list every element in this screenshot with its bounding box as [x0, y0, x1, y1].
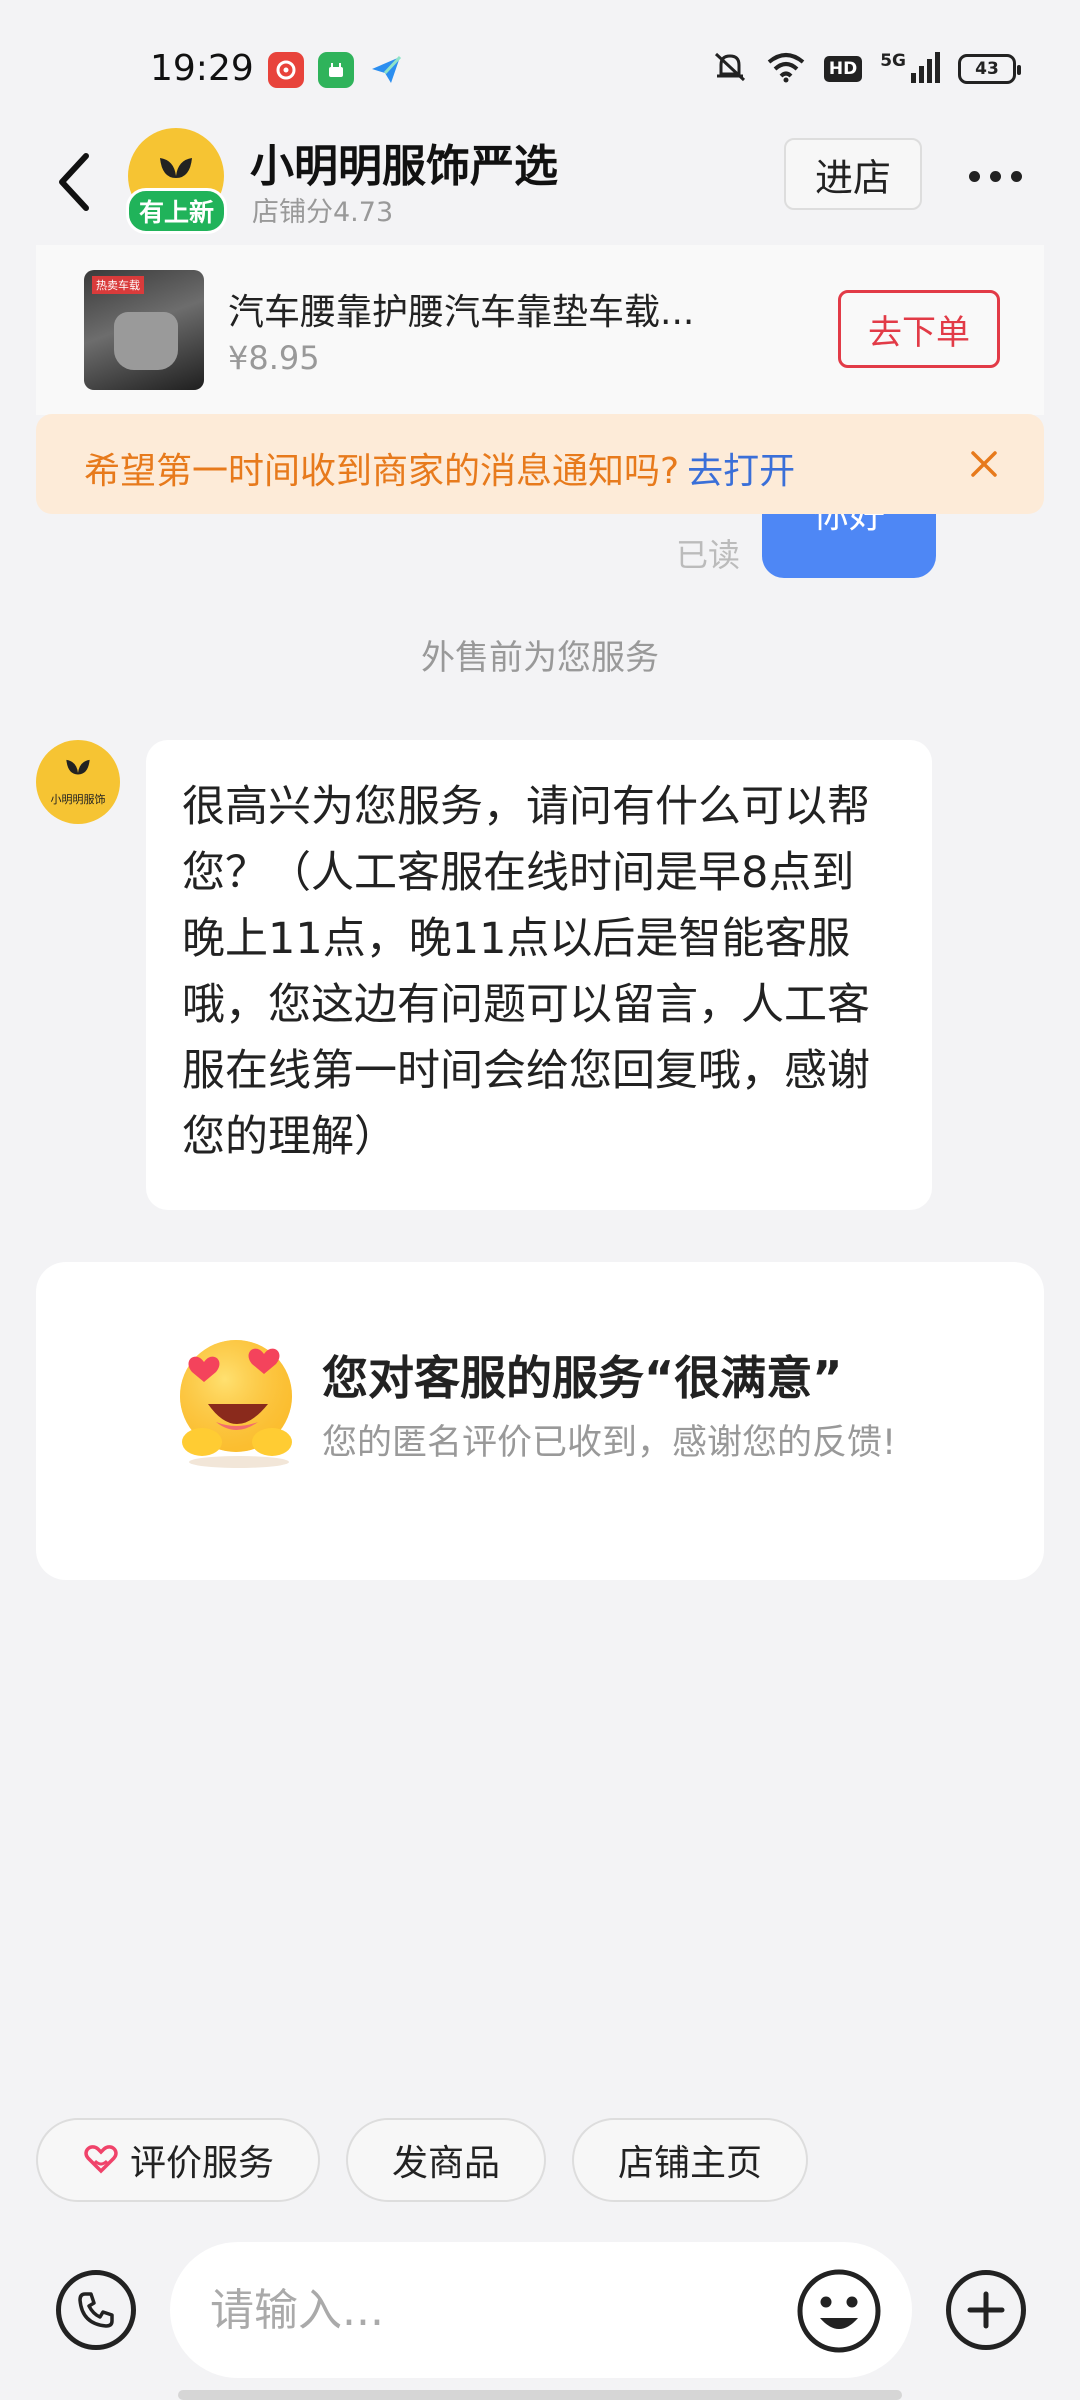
chevron-left-icon — [59, 153, 89, 211]
seat-cushion-image — [114, 312, 178, 370]
phone-icon — [78, 2292, 114, 2328]
rate-service-label: 评价服务 — [130, 2143, 275, 2184]
new-arrival-badge: 有上新 — [126, 188, 228, 234]
shop-name[interactable]: 小明明服饰严选 — [250, 130, 558, 194]
feedback-card: 您对客服的服务“很满意” 您的匿名评价已收到，感谢您的反馈! — [36, 1262, 1044, 1580]
home-indicator[interactable] — [178, 2390, 902, 2400]
emoji-icon[interactable] — [796, 2268, 882, 2354]
send-product-label: 发商品 — [392, 2143, 501, 2184]
product-price: ¥8.95 — [228, 339, 320, 377]
more-dot-icon — [989, 170, 1001, 182]
incoming-message-text: 很高兴为您服务，请问有什么可以帮您？（人工客服在线时间是早8点到晚上11点，晚1… — [182, 782, 870, 1162]
shop-home-label: 店铺主页 — [618, 2143, 763, 2184]
agent-avatar-label: 小明明服饰 — [50, 793, 106, 806]
mute-bell-icon — [712, 50, 748, 88]
paper-plane-icon — [368, 52, 404, 88]
more-options-button[interactable] — [946, 2270, 1026, 2350]
rate-service-button[interactable]: 评价服务 — [36, 2118, 321, 2202]
hd-icon: HD — [823, 56, 863, 82]
battery-icon: 43 — [958, 54, 1021, 84]
thumb-tag: 热卖车载 — [92, 276, 144, 294]
chat-header: 有上新 小明明服饰严选 店铺分4.73 进店 — [0, 120, 1080, 245]
notification-prompt-text: 希望第一时间收到商家的消息通知吗? 去打开 — [84, 442, 795, 494]
voice-button[interactable] — [56, 2270, 136, 2350]
wifi-icon — [766, 51, 806, 87]
battery-level: 43 — [975, 59, 999, 79]
feedback-subtitle: 您的匿名评价已收到，感谢您的反馈! — [322, 1423, 897, 1463]
enter-shop-button[interactable]: 进店 — [784, 138, 922, 210]
enable-notification-link[interactable]: 去打开 — [687, 451, 795, 492]
feedback-title: 您对客服的服务“很满意” — [322, 1351, 843, 1405]
quick-actions: 评价服务 发商品 店铺主页 — [36, 2118, 809, 2202]
send-product-button[interactable]: 发商品 — [346, 2118, 547, 2202]
network-type: 5G — [880, 51, 906, 71]
more-button[interactable] — [960, 148, 1030, 204]
close-notification-button[interactable] — [960, 440, 1008, 488]
shop-home-button[interactable]: 店铺主页 — [572, 2118, 809, 2202]
notification-prompt-message: 希望第一时间收到商家的消息通知吗? — [84, 451, 680, 492]
product-card[interactable]: 热卖车载 汽车腰靠护腰汽车靠垫车载... ¥8.95 去下单 — [36, 245, 1044, 415]
shop-logo-icon — [66, 759, 90, 788]
netease-music-icon — [268, 52, 304, 88]
status-bar: 19:29 HD 5G 43 — [0, 0, 1080, 130]
incoming-message-bubble[interactable]: 很高兴为您服务，请问有什么可以帮您？（人工客服在线时间是早8点到晚上11点，晚1… — [146, 740, 932, 1210]
status-right-icons: HD 5G 43 — [712, 50, 1021, 88]
back-button[interactable] — [44, 142, 104, 222]
read-receipt: 已读 — [676, 536, 741, 574]
input-bar — [0, 2212, 1080, 2400]
system-tip: 外售前为您服务 — [421, 638, 659, 678]
heart-hand-icon — [84, 2145, 118, 2174]
signal-icon — [910, 51, 940, 87]
close-icon — [971, 451, 997, 477]
shop-score: 店铺分4.73 — [252, 197, 394, 228]
notification-prompt: 希望第一时间收到商家的消息通知吗? 去打开 — [36, 414, 1044, 514]
product-thumbnail[interactable]: 热卖车载 — [84, 270, 204, 390]
heart-eyes-emoji-icon — [180, 1340, 292, 1468]
product-title[interactable]: 汽车腰靠护腰汽车靠垫车载... — [228, 283, 728, 335]
more-dot-icon — [1010, 170, 1022, 182]
status-app-icons — [268, 52, 404, 88]
status-time: 19:29 — [150, 48, 254, 89]
place-order-button[interactable]: 去下单 — [838, 290, 1000, 368]
more-dot-icon — [968, 170, 980, 182]
plus-icon — [967, 2291, 1005, 2329]
agent-avatar[interactable]: 小明明服饰 — [36, 740, 120, 824]
green-app-icon — [318, 52, 354, 88]
